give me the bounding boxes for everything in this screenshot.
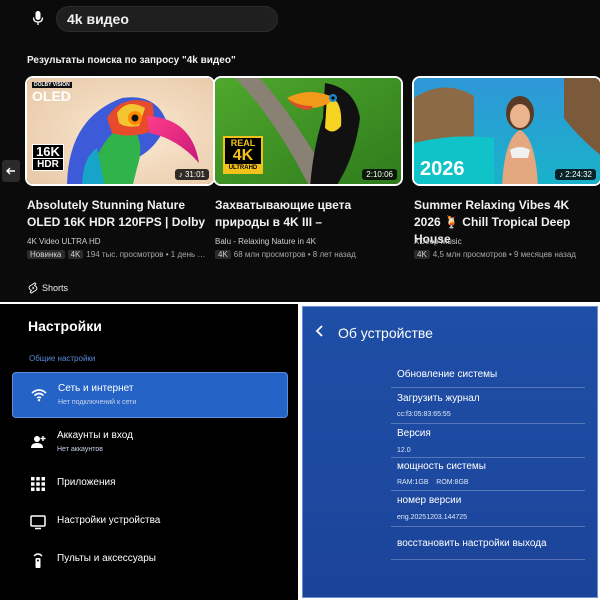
hdr-label: HDR: [33, 158, 63, 170]
video-channel-3[interactable]: XDeep Music: [414, 237, 462, 246]
about-title: Об устройстве: [338, 325, 433, 341]
real-4k-logo: REAL 4K ULTRAHD: [223, 136, 263, 174]
mac-address-value: cc:f3:05:83:65:55: [397, 411, 451, 418]
shorts-shelf-heading[interactable]: Shorts: [28, 282, 68, 294]
video-channel-1[interactable]: 4K Video ULTRA HD: [27, 237, 101, 246]
duration-text: 2:10:06: [366, 170, 393, 179]
4k-badge: 4K: [215, 250, 231, 259]
video-thumbnail-3[interactable]: 2026 ♪ 2:24:32: [412, 76, 600, 186]
settings-item-remotes[interactable]: Пульты и аксессуары: [12, 538, 288, 584]
settings-title: Настройки: [28, 318, 102, 334]
settings-item-network[interactable]: Сеть и интернет Нет подключений к сети: [12, 372, 288, 418]
views-text: 68 млн просмотров • 8 лет назад: [233, 250, 356, 259]
4k-badge: 4K: [414, 250, 430, 259]
settings-item-label: Приложения: [57, 477, 116, 488]
settings-item-label: Сеть и интернет: [58, 383, 134, 394]
settings-item-label: Аккаунты и вход: [57, 430, 133, 441]
video-channel-2[interactable]: Balu - Relaxing Nature in 4K: [215, 237, 316, 246]
4k-badge: 4K: [67, 250, 84, 259]
system-power-item[interactable]: мощность системы: [397, 461, 486, 472]
section-heading: Общие настройки: [29, 354, 96, 363]
remote-icon: [33, 553, 43, 568]
settings-panel: Настройки Общие настройки Сеть и интерне…: [0, 304, 298, 600]
16k-label: 16K: [36, 144, 60, 159]
settings-item-sublabel: Нет подключений к сети: [58, 399, 137, 406]
back-button[interactable]: [315, 324, 325, 341]
divider: [391, 423, 585, 424]
oled-logo: OLED: [32, 88, 71, 104]
about-device-panel: Об устройстве Обновление системы Загрузи…: [302, 306, 598, 598]
search-input[interactable]: 4k видео: [56, 6, 278, 32]
settings-item-sublabel: Нет аккаунтов: [57, 446, 103, 453]
version-item[interactable]: Версия: [397, 428, 431, 439]
divider: [391, 559, 585, 560]
views-text: 194 тыс. просмотров • 1 день …: [86, 250, 206, 259]
scroll-left-button[interactable]: [2, 160, 20, 182]
build-number-value: eng.20251203.144725: [397, 514, 468, 521]
new-badge: Новинка: [27, 250, 65, 259]
duration-badge: 2:10:06: [362, 169, 397, 180]
system-update-item[interactable]: Обновление системы: [397, 369, 497, 380]
settings-item-accounts[interactable]: Аккаунты и вход Нет аккаунтов: [12, 420, 288, 466]
video-meta-3: 4K 4,5 млн просмотров • 9 месяцев назад: [414, 250, 576, 259]
4k-label: 4K: [232, 147, 254, 164]
settings-item-label: Пульты и аксессуары: [57, 553, 156, 564]
memory-value: RAM:1GB ROM:8GB: [397, 479, 469, 486]
tv-icon: [30, 515, 46, 530]
chevron-left-icon: [315, 325, 323, 337]
ultrahd-label: ULTRAHD: [225, 164, 261, 172]
divider: [391, 457, 585, 458]
quality-logo: 16K HDR: [32, 144, 64, 171]
video-title-2[interactable]: Захватывающие цвета природы в 4K III –: [215, 197, 395, 231]
version-value: 12.0: [397, 447, 411, 454]
build-number-item[interactable]: номер версии: [397, 495, 461, 506]
video-thumbnail-2[interactable]: REAL 4K ULTRAHD 2:10:06: [213, 76, 403, 186]
upload-log-item[interactable]: Загрузить журнал: [397, 393, 480, 404]
reset-settings-item[interactable]: восстановить настройки выхода: [397, 538, 547, 549]
wifi-icon: [31, 389, 47, 402]
year-label: 2026: [420, 158, 465, 180]
divider: [391, 387, 585, 388]
shorts-label: Shorts: [42, 283, 69, 293]
divider: [391, 526, 585, 527]
duration-text: 2:24:32: [565, 170, 592, 179]
mic-icon[interactable]: [26, 6, 50, 30]
views-text: 4,5 млн просмотров • 9 месяцев назад: [432, 250, 576, 259]
divider: [391, 490, 585, 491]
youtube-search-panel: 4k видео Результаты поиска по запросу "4…: [0, 0, 600, 302]
video-thumbnail-1[interactable]: DOLBY VISION 16K HDR OLED ♪ 31:01: [25, 76, 215, 186]
video-meta-1: Новинка 4K 194 тыс. просмотров • 1 день …: [27, 250, 205, 259]
arrow-left-icon: [6, 167, 15, 175]
duration-badge: ♪ 2:24:32: [555, 169, 596, 180]
duration-badge: ♪ 31:01: [174, 169, 209, 180]
shorts-icon: [28, 282, 38, 294]
apps-grid-icon: [31, 477, 45, 491]
account-icon: [31, 436, 46, 448]
video-title-1[interactable]: Absolutely Stunning Nature OLED 16K HDR …: [27, 197, 207, 231]
settings-item-label: Настройки устройства: [57, 515, 161, 526]
duration-text: 31:01: [184, 170, 205, 179]
video-meta-2: 4K 68 млн просмотров • 8 лет назад: [215, 250, 356, 259]
results-heading: Результаты поиска по запросу "4k видео": [27, 55, 236, 66]
